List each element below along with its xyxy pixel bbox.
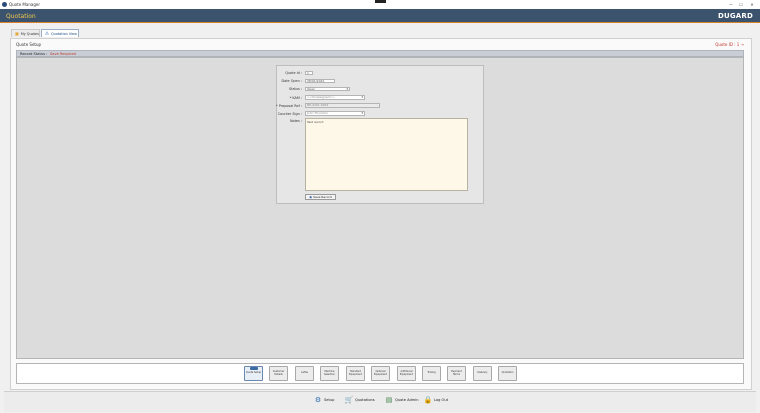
brand-logo: DUGARD [717, 12, 753, 20]
step-quotation[interactable]: Quotation [498, 366, 517, 381]
step-delivery[interactable]: Delivery [473, 366, 492, 381]
maximize-button[interactable]: ☐ [738, 2, 744, 7]
document-icon: ▤ [385, 396, 393, 404]
tab-label: My Quotes [20, 31, 39, 36]
counter-sign-dropdown[interactable]: John Thornton [305, 111, 365, 116]
step-payment-terms[interactable]: Payment Terms [447, 366, 466, 381]
camera-notch [375, 0, 386, 3]
lock-icon: 🔒 [423, 396, 433, 404]
quotations-label: Quotations [355, 398, 375, 402]
status-dropdown[interactable]: Open [305, 86, 350, 91]
status-label: Status : [288, 87, 302, 91]
step-lathe[interactable]: Lathe [295, 366, 314, 381]
proposal-ref-label: * Proposal Ref : [276, 104, 302, 108]
counter-sign-label: Counter Sign : [277, 112, 302, 116]
tab-label: Quotation View [51, 31, 77, 36]
step-tooling[interactable]: Tooling [422, 366, 441, 381]
save-record-label: Save Record [313, 195, 332, 199]
step-additional-equipment[interactable]: Additional Equipment [397, 366, 416, 381]
app-icon [2, 2, 7, 7]
log-out-label: Log Out [434, 398, 449, 402]
quotations-button[interactable]: 🛒 Quotations [345, 396, 375, 404]
quote-admin-label: Quote Admin [395, 398, 419, 402]
window-title: Quote Manager [9, 2, 40, 7]
record-status-bar: Record Status : Save Required [16, 50, 744, 57]
minimize-button[interactable]: — [728, 2, 734, 7]
step-standard-equipment[interactable]: Standard Equipment [346, 366, 365, 381]
app-header: Quotation DUGARD [0, 9, 760, 23]
tab-my-quotes[interactable]: ■ My Quotes [11, 29, 40, 37]
kam-label: * KAM : [289, 96, 302, 100]
quote-id-indicator: Quote ID : 1 → [715, 42, 744, 47]
quote-id-field[interactable]: 1 [305, 70, 313, 75]
arrow-right-icon: → [740, 42, 744, 47]
header-accent-line [0, 22, 760, 23]
step-quote-setup[interactable]: Quote Setup [244, 366, 263, 381]
cart-icon: 🛒 [344, 396, 354, 404]
step-customer-details[interactable]: Customer Details [269, 366, 288, 381]
gear-icon: ⚙ [314, 396, 322, 404]
quote-id-text: Quote ID : 1 [715, 42, 740, 47]
save-record-button[interactable]: ▣ Save Record [305, 194, 336, 200]
section-label: Quote Setup [16, 42, 42, 47]
step-optional-equipment[interactable]: Optional Equipment [371, 366, 390, 381]
step-machine-selection[interactable]: Machine Selection [320, 366, 339, 381]
quote-admin-button[interactable]: ▤ Quote Admin [385, 396, 419, 404]
tab-quotation-view[interactable]: ⁂ Quotation View [41, 29, 79, 37]
log-out-button[interactable]: 🔒 Log Out [424, 396, 448, 404]
record-status-value: Save Required [50, 52, 76, 56]
network-icon: ⁂ [45, 31, 49, 36]
setup-button[interactable]: ⚙ Setup [314, 396, 335, 404]
proposal-ref-field: RE-2201-0001 [305, 103, 380, 108]
notes-label: Notes : [289, 119, 302, 123]
bottom-toolbar [4, 391, 756, 412]
save-icon: ▣ [309, 195, 313, 199]
folder-icon: ■ [15, 31, 19, 36]
quote-id-label: Quote Id : [285, 71, 302, 75]
record-status-label: Record Status : [20, 52, 48, 56]
kam-dropdown[interactable]: <<Unassigned>> [305, 95, 365, 100]
page-title: Quotation [6, 13, 36, 20]
notes-textarea[interactable]: Test record [305, 118, 468, 191]
date-open-label: Date Open : [281, 79, 302, 83]
date-open-field[interactable]: 28/01/2022 [305, 78, 335, 83]
setup-label: Setup [324, 398, 335, 402]
close-button[interactable]: ✕ [749, 2, 755, 7]
